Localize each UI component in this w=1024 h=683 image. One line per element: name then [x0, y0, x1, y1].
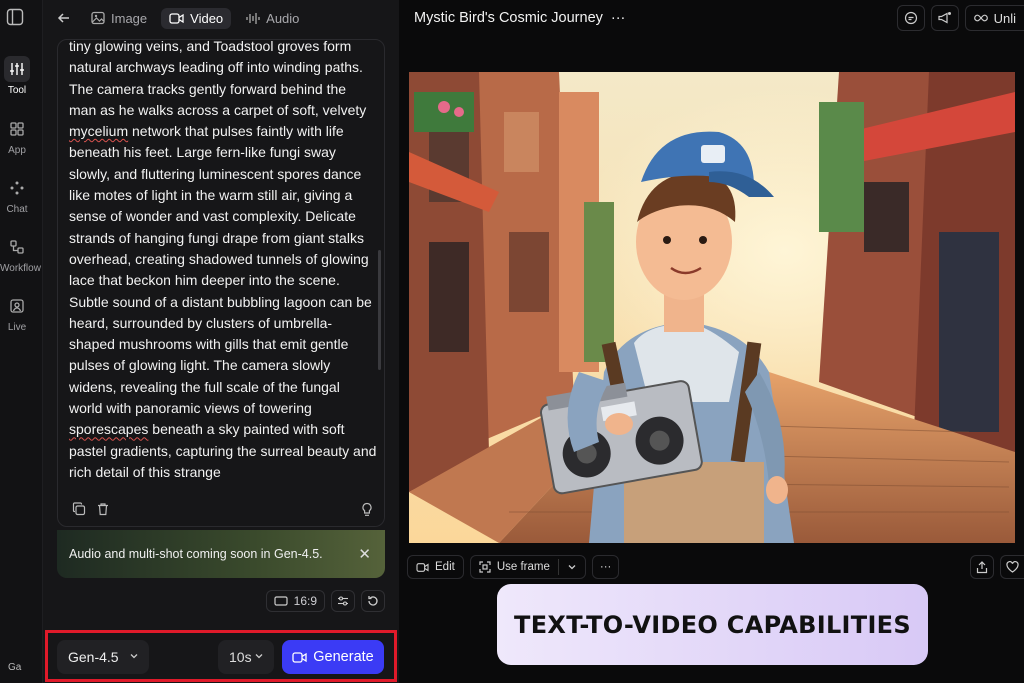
aspect-ratio-label: 16:9: [293, 594, 317, 608]
video-toolbar: Edit Use frame ···: [407, 555, 620, 579]
sparkle-icon: [4, 175, 30, 201]
rail-item-label: Live: [7, 322, 27, 333]
generate-label: Generate: [313, 649, 374, 665]
left-rail: Tool App Chat Workflow Live Ga: [0, 0, 43, 683]
rail-item-tool[interactable]: Tool: [0, 56, 34, 96]
video-icon: [292, 651, 307, 663]
aspect-ratio-button[interactable]: 16:9: [265, 590, 325, 612]
tab-label: Video: [190, 10, 224, 26]
tab-label: Audio: [266, 10, 300, 26]
share-icon: [976, 560, 988, 573]
main-area: Mystic Bird's Cosmic Journey ··· Unli Ed…: [399, 0, 1024, 683]
tab-image[interactable]: Image: [83, 8, 155, 29]
reset-button[interactable]: [361, 590, 385, 612]
workflow-icon: [4, 234, 30, 260]
copy-icon[interactable]: [72, 502, 86, 521]
chevron-down-icon[interactable]: [567, 562, 577, 572]
rail-item-label: Tool: [7, 85, 27, 96]
close-icon[interactable]: ✕: [358, 545, 371, 563]
trash-icon[interactable]: [96, 502, 110, 521]
edit-label: Edit: [435, 561, 455, 573]
rail-item-app[interactable]: App: [0, 116, 34, 156]
settings-row: 16:9: [265, 590, 385, 612]
duration-label: 10s: [229, 649, 252, 665]
rail-item-label: Chat: [6, 204, 28, 215]
feedback-button[interactable]: [896, 5, 925, 31]
settings-button[interactable]: [331, 590, 355, 612]
announcements-button[interactable]: [930, 5, 959, 31]
frame-icon: [479, 561, 491, 573]
unlimited-button[interactable]: Unli: [964, 5, 1024, 31]
image-icon: [91, 11, 105, 25]
feature-caption: TEXT-TO-VIDEO CAPABILITIES: [497, 584, 928, 665]
share-button[interactable]: [970, 555, 994, 579]
rail-item-label: Workflow: [0, 263, 41, 274]
use-frame-label: Use frame: [496, 561, 550, 573]
chat-bubble-icon: [904, 11, 917, 25]
video-actions: [970, 555, 1024, 579]
video-preview[interactable]: [409, 72, 1015, 543]
rail-item-label: App: [8, 145, 26, 156]
unlimited-label: Unli: [993, 10, 1016, 26]
coming-soon-notice: Audio and multi-shot coming soon in Gen-…: [57, 530, 385, 578]
top-actions: Unli: [896, 5, 1024, 31]
use-frame-button[interactable]: Use frame: [469, 555, 586, 579]
model-select[interactable]: Gen-4.5: [57, 640, 149, 674]
tab-audio[interactable]: Audio: [237, 8, 307, 29]
sidebar-toggle-icon[interactable]: [6, 8, 28, 30]
reset-icon: [368, 596, 378, 606]
chevron-down-icon: [130, 654, 138, 659]
more-icon[interactable]: ···: [611, 10, 626, 26]
favorite-button[interactable]: [1000, 555, 1024, 579]
generate-bar: Gen-4.5 10s Generate: [45, 630, 397, 682]
prompt-actions: [72, 502, 110, 521]
tab-video[interactable]: Video: [161, 7, 232, 29]
notice-text: Audio and multi-shot coming soon in Gen-…: [69, 547, 323, 561]
project-title-text: Mystic Bird's Cosmic Journey: [414, 10, 603, 26]
generate-button[interactable]: Generate: [282, 640, 384, 674]
aspect-ratio-icon: [274, 596, 288, 606]
chevron-down-icon: [255, 654, 263, 659]
model-label: Gen-4.5: [68, 649, 119, 665]
rail-item-workflow[interactable]: Workflow: [0, 234, 41, 274]
sliders-icon: [4, 56, 30, 82]
duration-select[interactable]: 10s: [218, 640, 274, 674]
more-icon: ···: [599, 561, 612, 573]
project-title[interactable]: Mystic Bird's Cosmic Journey ···: [414, 10, 625, 26]
back-arrow-icon[interactable]: [55, 9, 73, 27]
mode-tabs: Image Video Audio: [55, 6, 307, 30]
more-options-button[interactable]: ···: [591, 555, 620, 579]
edit-button[interactable]: Edit: [407, 555, 464, 579]
lightbulb-icon[interactable]: [360, 502, 374, 522]
settings-sliders-icon: [338, 596, 348, 606]
prompt-text: tiny glowing veins, and Toadstool groves…: [69, 39, 377, 480]
live-icon: [4, 293, 30, 319]
tab-label: Image: [111, 10, 148, 26]
megaphone-icon: [938, 12, 952, 24]
generation-panel: Image Video Audio tiny glowing veins, an…: [43, 0, 399, 683]
audio-icon: [246, 12, 260, 24]
video-icon: [169, 12, 184, 24]
video-edit-icon: [416, 562, 429, 572]
grid-icon: [4, 116, 30, 142]
heart-icon: [1006, 561, 1019, 573]
rail-item-chat[interactable]: Chat: [0, 175, 34, 215]
rail-bottom-label[interactable]: Ga: [8, 662, 21, 673]
infinity-icon: [973, 14, 988, 22]
rail-item-live[interactable]: Live: [0, 293, 34, 333]
prompt-textarea[interactable]: tiny glowing veins, and Toadstool groves…: [57, 39, 385, 527]
prompt-scrollbar[interactable]: [378, 250, 381, 370]
